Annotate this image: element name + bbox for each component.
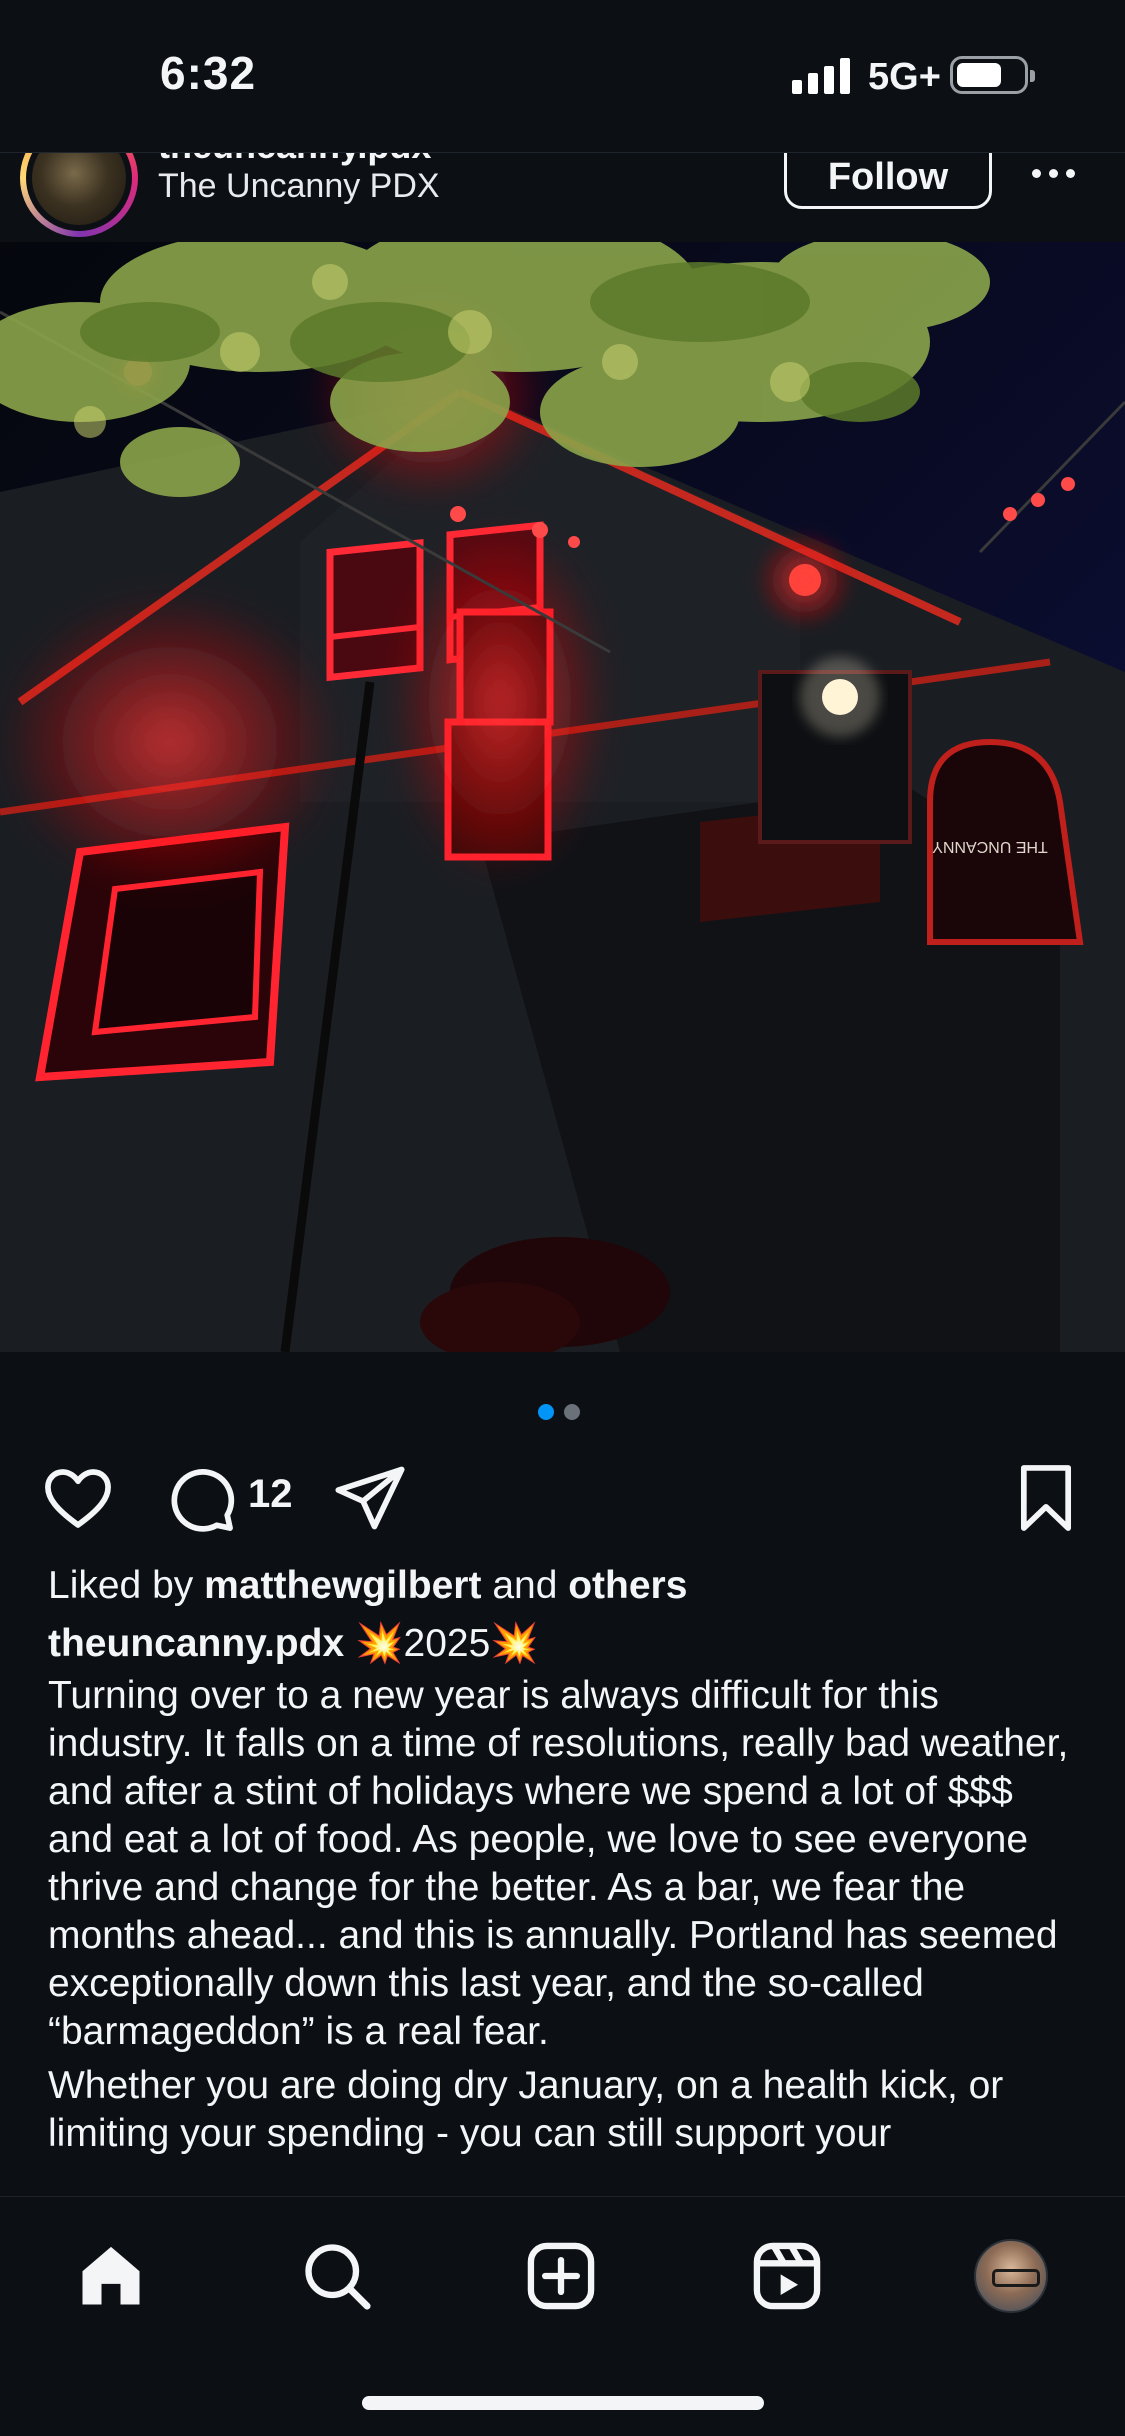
caption-username[interactable]: theuncanny.pdx — [48, 1622, 344, 1665]
carousel-indicator — [538, 1404, 580, 1420]
liked-by-others[interactable]: others — [568, 1564, 687, 1607]
burst-emoji: 💥 — [354, 1622, 404, 1665]
account-avatar[interactable] — [32, 153, 126, 225]
bookmark-icon[interactable] — [1008, 1460, 1084, 1536]
caption-paragraph: Turning over to a new year is always dif… — [48, 1674, 1069, 2053]
burst-emoji: 💥 — [490, 1622, 539, 1665]
comment-count[interactable]: 12 — [248, 1472, 293, 1517]
caption-paragraph: Whether you are doing dry January, on a … — [48, 2064, 1004, 2155]
post-action-bar: 12 — [0, 1450, 1125, 1540]
more-options-icon[interactable] — [1032, 153, 1088, 193]
post-username[interactable]: theuncanny.pdx — [158, 153, 431, 167]
status-time: 6:32 — [160, 47, 257, 99]
profile-avatar-image — [974, 2239, 1048, 2313]
cellular-signal-icon — [792, 58, 850, 94]
post-image[interactable]: THE UNCANNY — [0, 242, 1125, 1352]
likes-line[interactable]: Liked by matthewgilbert and others — [48, 1562, 1088, 1610]
battery-icon — [950, 56, 1035, 94]
caption: Liked by matthewgilbert and others theun… — [48, 1562, 1088, 2164]
profile-avatar[interactable] — [966, 2231, 1056, 2321]
liked-by-user[interactable]: matthewgilbert — [204, 1564, 481, 1607]
follow-button[interactable]: Follow — [784, 153, 992, 209]
search-icon[interactable] — [292, 2231, 382, 2321]
bar-facade-photo: THE UNCANNY — [0, 242, 1125, 1352]
heart-icon[interactable] — [40, 1460, 116, 1536]
comment-icon[interactable] — [162, 1460, 238, 1536]
create-icon[interactable] — [516, 2231, 606, 2321]
story-ring[interactable] — [20, 153, 138, 237]
post-location[interactable]: The Uncanny PDX — [158, 167, 440, 206]
status-bar: 6:32 5G+ — [0, 0, 1125, 152]
carousel-dot-active — [538, 1404, 554, 1420]
reels-icon[interactable] — [742, 2231, 832, 2321]
carousel-dot — [564, 1404, 580, 1420]
send-icon[interactable] — [332, 1460, 408, 1536]
home-icon[interactable] — [66, 2231, 156, 2321]
caption-viewport: Liked by matthewgilbert and others theun… — [0, 1560, 1125, 2200]
post-header: theuncanny.pdx The Uncanny PDX Follow — [0, 152, 1125, 242]
caption-headline: 2025 — [403, 1622, 491, 1665]
home-indicator[interactable] — [362, 2396, 764, 2410]
network-type: 5G+ — [868, 56, 941, 98]
sign-text: THE UNCANNY — [932, 838, 1048, 855]
